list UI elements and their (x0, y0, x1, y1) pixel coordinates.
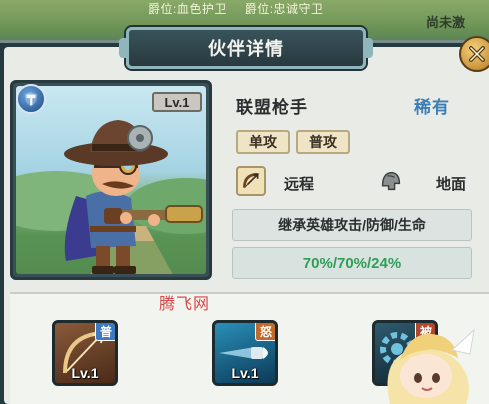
hammer-shield-icon (24, 91, 38, 107)
bow-icon (243, 173, 260, 188)
hero-portrait-scene (16, 86, 206, 274)
hero-attributes: 远程 地面 (236, 166, 472, 198)
inherit-ratio: 70%/70%/24% (232, 247, 472, 279)
hero-level-badge: Lv.1 (152, 92, 202, 112)
terrain-label: 地面 (436, 176, 467, 193)
skill-level: Lv.1 (71, 365, 99, 381)
hero-rarity: 稀有 (414, 98, 450, 117)
range-label: 远程 (284, 176, 315, 193)
class-badge (16, 84, 46, 114)
skill-type-badge: 怒 (255, 323, 275, 341)
background-titles: 爵位:血色护卫 爵位:忠诚守卫 (148, 0, 388, 14)
skill-level: Lv.1 (231, 365, 259, 381)
skill-slot-rage[interactable]: 怒 Lv.1 (212, 320, 278, 386)
background-title-1: 爵位:血色护卫 (148, 2, 227, 14)
tag-normal-attack: 普攻 (296, 130, 350, 154)
background-title-2: 爵位:忠诚守卫 (244, 2, 324, 14)
gunner-hero-illustration (16, 120, 206, 274)
range-attribute-icon-box (236, 166, 266, 196)
close-button[interactable] (459, 36, 489, 72)
terrain-attribute-icon-box (376, 166, 406, 196)
helmet-icon (381, 171, 401, 191)
mascot-character (387, 328, 475, 404)
watermark-text: 腾飞网 (159, 294, 211, 313)
page-title: 伙伴详情 (208, 39, 284, 59)
close-icon (469, 46, 485, 62)
title-banner: 伙伴详情 (119, 27, 373, 69)
inherit-description: 继承英雄攻击/防御/生命 (232, 209, 472, 241)
tag-single-attack: 单攻 (236, 130, 290, 154)
skill-type-badge: 普 (95, 323, 115, 341)
skill-slot-normal[interactable]: 普 Lv.1 (52, 320, 118, 386)
hero-tags: 单攻 普攻 (236, 130, 350, 154)
hero-name: 联盟枪手 (236, 98, 308, 117)
background-status-text: 尚未激 (426, 15, 466, 30)
